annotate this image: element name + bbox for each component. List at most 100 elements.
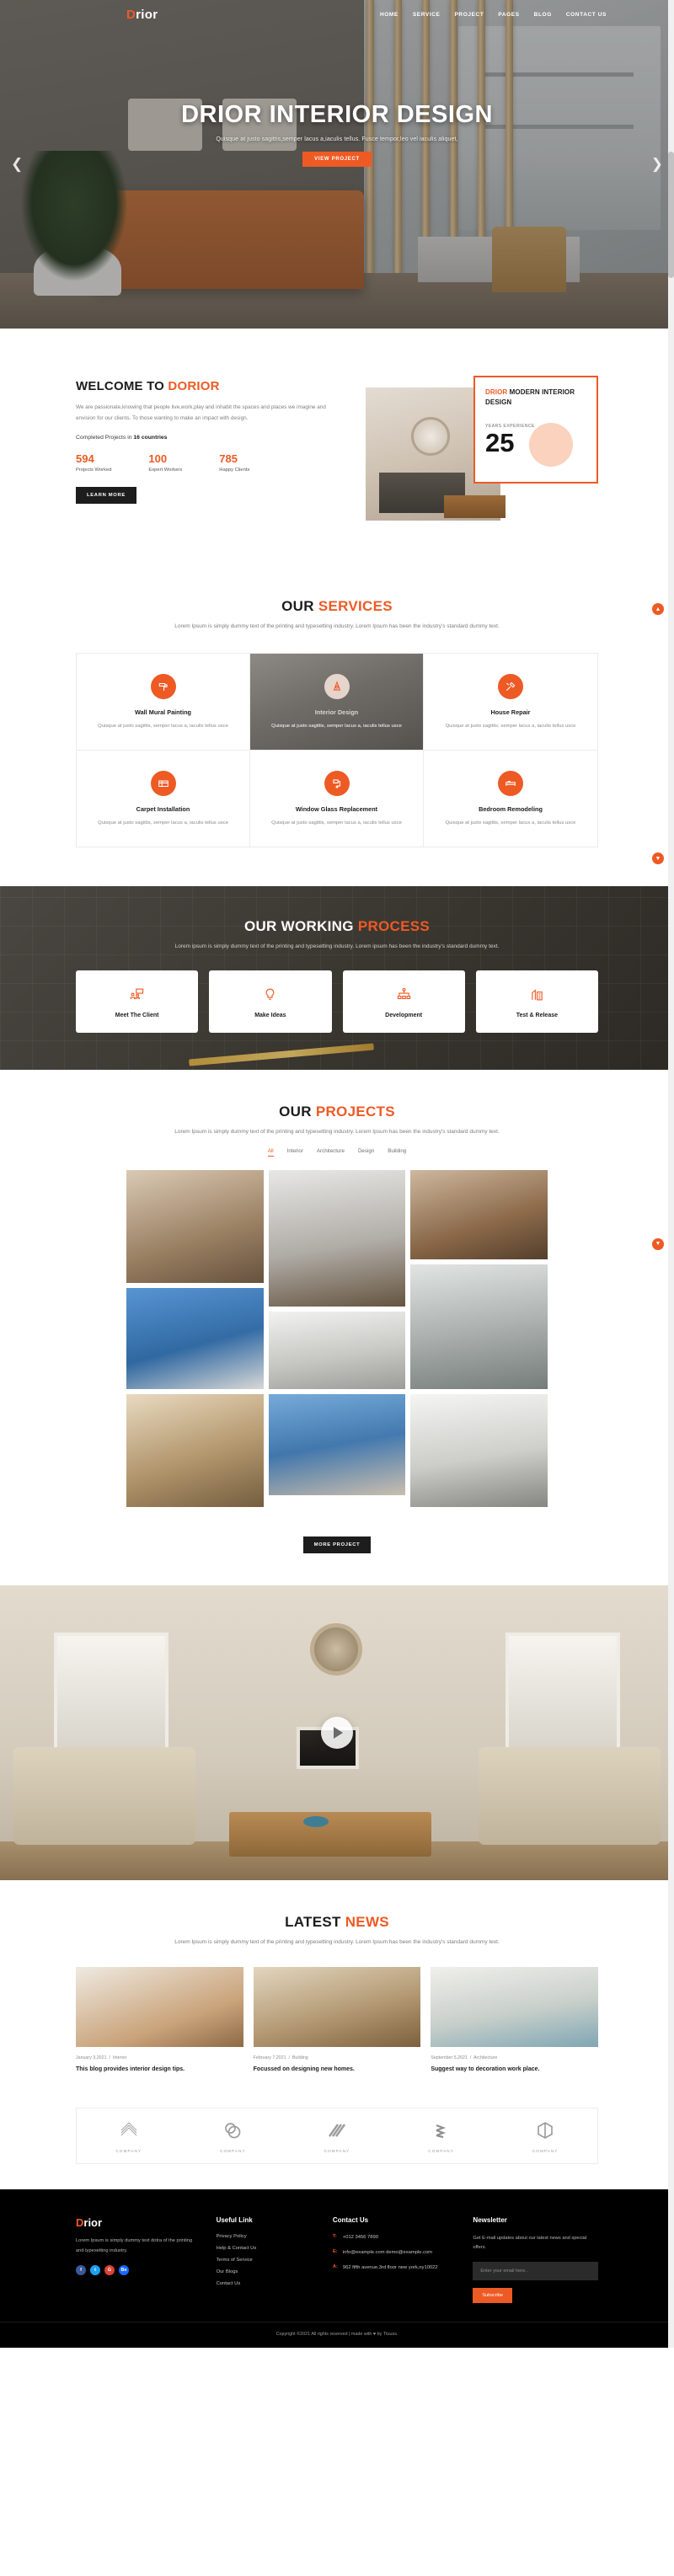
welcome-title: WELCOME TO DORIOR bbox=[76, 379, 220, 393]
logo-rest: rior bbox=[136, 7, 158, 22]
slider-prev-icon[interactable]: ❮ bbox=[11, 156, 23, 173]
newsletter-subscribe-button[interactable]: Subscribe bbox=[473, 2288, 512, 2304]
projects-scroll-icon[interactable]: ▼ bbox=[652, 1237, 664, 1250]
news-card-title[interactable]: Suggest way to decoration work place. bbox=[431, 2066, 598, 2074]
project-tile[interactable] bbox=[410, 1264, 548, 1389]
main-navigation: HOME SERVICE PROJECT PAGES BLOG CONTACT … bbox=[380, 12, 607, 18]
social-links: f t G Be bbox=[76, 2264, 201, 2275]
footer-about-text: Lorem Ipsum is simply dummy text dotra o… bbox=[76, 2238, 193, 2253]
hero-subtitle: Quisque at justo sagittis,semper lacus a… bbox=[216, 136, 458, 142]
bed-icon bbox=[498, 771, 523, 797]
project-tile[interactable] bbox=[126, 1393, 264, 1507]
slider-next-icon[interactable]: ❯ bbox=[651, 156, 663, 173]
project-tile[interactable] bbox=[268, 1393, 406, 1495]
project-filter-building[interactable]: Building bbox=[388, 1148, 406, 1157]
copyright-bar: Copyright ©2021 All rights reserved | ma… bbox=[0, 2322, 674, 2349]
footer-link-help-contact[interactable]: Help & Contact Us bbox=[217, 2246, 318, 2251]
nav-item-project[interactable]: PROJECT bbox=[454, 12, 484, 18]
services-scroll-up-icon[interactable]: ▲ bbox=[652, 603, 664, 615]
facebook-icon[interactable]: f bbox=[76, 2264, 86, 2275]
process-steps-grid: Meet The Client Make Ideas Development T… bbox=[76, 970, 598, 1033]
process-step-test-and-release[interactable]: Test & Release bbox=[475, 970, 598, 1033]
news-card-title[interactable]: Focussed on designing new homes. bbox=[254, 2066, 421, 2074]
more-project-button[interactable]: MORE PROJECT bbox=[302, 1536, 372, 1553]
news-card[interactable]: February 7,2021 / Building Focussed on d… bbox=[253, 1967, 421, 2074]
service-card-window-glass-replacement[interactable]: Window Glass Replacement Quisque at just… bbox=[250, 751, 424, 847]
page-root: Drior HOME SERVICE PROJECT PAGES BLOG CO… bbox=[0, 0, 674, 2349]
google-plus-icon[interactable]: G bbox=[104, 2264, 115, 2275]
footer-contact-column: Contact Us T: +012 3456 7890 E: info@exa… bbox=[333, 2216, 458, 2303]
news-thumbnail bbox=[76, 1967, 243, 2048]
nav-item-pages[interactable]: PAGES bbox=[498, 12, 519, 18]
latest-news-section: LATEST NEWS Lorem Ipsum is simply dummy … bbox=[0, 1879, 674, 2103]
news-card-title[interactable]: This blog provides interior design tips. bbox=[76, 2066, 243, 2074]
project-tile[interactable] bbox=[268, 1311, 406, 1389]
hero-view-project-button[interactable]: VIEW PROJECT bbox=[302, 152, 372, 167]
process-step-meet-the-client[interactable]: Meet The Client bbox=[76, 970, 199, 1033]
twitter-icon[interactable]: t bbox=[90, 2264, 100, 2275]
news-card[interactable]: September 5,2021 / Architecture Suggest … bbox=[431, 1967, 598, 2074]
welcome-body: We are passionate,knowing that people li… bbox=[76, 404, 326, 422]
client-logo-4[interactable]: COMPANY bbox=[389, 2120, 494, 2153]
project-tile[interactable] bbox=[268, 1169, 406, 1307]
learn-more-button[interactable]: LEARN MORE bbox=[76, 487, 136, 505]
project-tile[interactable] bbox=[126, 1287, 264, 1389]
footer-contact-email: E: info@example.com demo@example.com bbox=[332, 2248, 433, 2255]
scrollbar-thumb[interactable] bbox=[668, 152, 674, 278]
news-meta: February 7,2021 / Building bbox=[253, 2055, 308, 2061]
service-card-interior-design[interactable]: Interior Design Quisque at justo sagitti… bbox=[250, 654, 424, 751]
hero-title: DRIOR INTERIOR DESIGN bbox=[181, 101, 493, 128]
play-icon[interactable] bbox=[321, 1716, 353, 1749]
process-title: OUR WORKING PROCESS bbox=[243, 918, 431, 935]
process-step-make-ideas[interactable]: Make Ideas bbox=[209, 970, 332, 1033]
projects-title: OUR PROJECTS bbox=[279, 1103, 395, 1120]
footer-logo[interactable]: Drior bbox=[76, 2216, 201, 2229]
footer-link-terms-of-service[interactable]: Terms of Service bbox=[217, 2258, 318, 2263]
project-filter-interior[interactable]: Interior bbox=[287, 1148, 303, 1157]
project-tile[interactable] bbox=[410, 1393, 548, 1507]
behance-icon[interactable]: Be bbox=[119, 2264, 129, 2275]
service-card-bedroom-remodeling[interactable]: Bedroom Remodeling Quisque at justo sagi… bbox=[424, 751, 597, 847]
stat-value: 785 bbox=[219, 452, 238, 466]
project-filter-all[interactable]: All bbox=[267, 1148, 274, 1157]
meeting-icon bbox=[83, 986, 191, 1003]
project-filter-architecture[interactable]: Architecture bbox=[317, 1148, 345, 1157]
project-filter-design[interactable]: Design bbox=[358, 1148, 374, 1157]
footer-link-privacy-policy[interactable]: Privacy Policy bbox=[217, 2234, 318, 2239]
project-tile[interactable] bbox=[126, 1169, 264, 1283]
project-tile[interactable] bbox=[410, 1169, 548, 1259]
services-scroll-down-icon[interactable]: ▼ bbox=[652, 852, 664, 865]
process-step-development[interactable]: Development bbox=[342, 970, 465, 1033]
site-logo[interactable]: Drior bbox=[126, 8, 158, 22]
process-subtitle: Lorem ipsum is simply dummy text of the … bbox=[174, 943, 500, 950]
service-desc: Quisque at justo sagittis, semper lacus … bbox=[271, 724, 402, 730]
newsletter-email-input[interactable] bbox=[473, 2262, 598, 2281]
news-meta: September 5,2021 / Architecture bbox=[431, 2055, 498, 2061]
nav-item-home[interactable]: HOME bbox=[380, 12, 399, 18]
news-card[interactable]: January 3,2021 / Interior This blog prov… bbox=[76, 1967, 243, 2074]
nav-item-service[interactable]: SERVICE bbox=[413, 12, 441, 18]
page-scrollbar[interactable] bbox=[668, 0, 674, 2349]
client-logo-2[interactable]: COMPANY bbox=[181, 2120, 286, 2153]
service-card-carpet-installation[interactable]: Carpet Installation Quisque at justo sag… bbox=[77, 751, 250, 847]
news-thumbnail bbox=[253, 1967, 421, 2048]
logo-initial: D bbox=[126, 7, 136, 22]
nav-item-blog[interactable]: BLOG bbox=[534, 12, 552, 18]
footer-link-our-blogs[interactable]: Our Blogs bbox=[217, 2269, 318, 2274]
footer-useful-links-column: Useful Link Privacy Policy Help & Contac… bbox=[217, 2216, 318, 2303]
stat-value: 100 bbox=[148, 452, 168, 466]
service-name: Carpet Installation bbox=[136, 805, 190, 814]
service-card-house-repair[interactable]: House Repair Quisque at justo sagittis, … bbox=[424, 654, 597, 751]
client-logo-3[interactable]: COMPANY bbox=[285, 2120, 389, 2153]
client-logo-1[interactable]: COMPANY bbox=[77, 2120, 181, 2153]
footer-link-contact-us[interactable]: Contact Us bbox=[217, 2281, 318, 2286]
footer-contact-address: A: 962 fifth avenue,3rd floor new york,n… bbox=[332, 2263, 438, 2270]
client-logo-5[interactable]: COMPANY bbox=[493, 2120, 597, 2153]
services-title: OUR SERVICES bbox=[281, 598, 393, 614]
completed-projects-line: Completed Projects in 16 countries bbox=[76, 435, 168, 441]
hexagon-logo bbox=[538, 2122, 553, 2140]
news-thumbnail bbox=[431, 1967, 598, 2048]
nav-item-contact-us[interactable]: CONTACT US bbox=[566, 12, 607, 18]
working-process-section: OUR WORKING PROCESS Lorem ipsum is simpl… bbox=[0, 886, 674, 1070]
service-card-wall-mural-painting[interactable]: Wall Mural Painting Quisque at justo sag… bbox=[77, 654, 250, 751]
